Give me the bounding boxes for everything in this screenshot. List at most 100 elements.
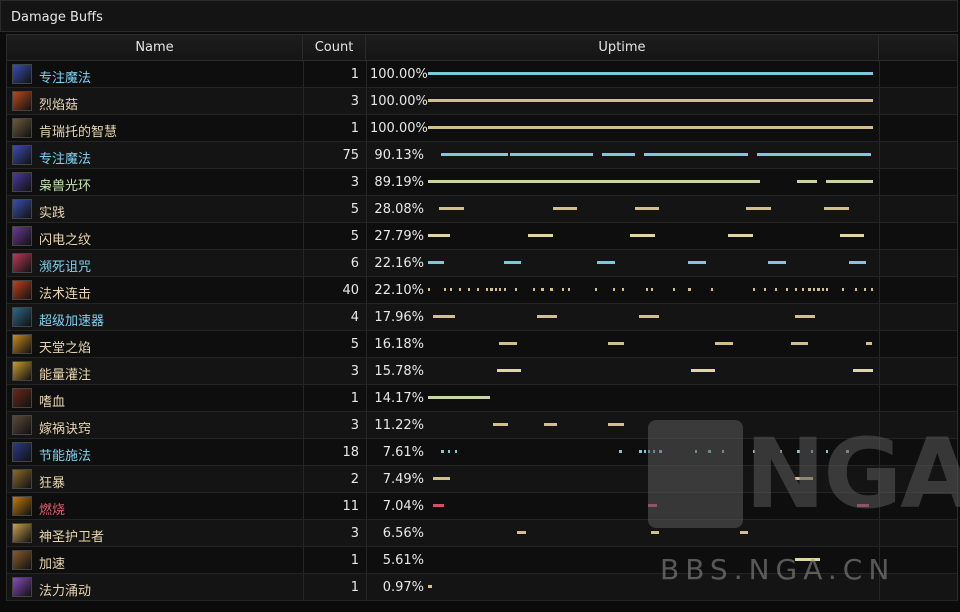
column-header-uptime[interactable]: Uptime [366,35,879,61]
table-row[interactable]: 烈焰菇 3 100.00% [7,88,957,115]
table-row[interactable]: 肯瑞托的智慧 1 100.00% [7,115,957,142]
uptime-segment [826,450,829,453]
kirin-tor-icon [12,118,32,138]
uptime-segment [441,153,509,156]
uptime-segment [428,99,873,102]
table-row[interactable]: 狂暴 2 7.49% [7,466,957,493]
table-row[interactable]: 实践 5 28.08% [7,196,957,223]
uptime-segment [433,477,451,480]
table-row[interactable]: 天堂之焰 5 16.18% [7,331,957,358]
buff-name[interactable]: 烈焰菇 [39,94,78,113]
column-divider [366,142,367,168]
uptime-segment [650,531,660,534]
table-row[interactable]: 燃烧 11 7.04% [7,493,957,520]
buff-count: 3 [350,94,359,109]
uptime-segment [739,531,749,534]
arcane-swirl-icon [12,64,32,84]
buff-name[interactable]: 法术连击 [39,283,91,302]
table-row[interactable]: 嗜血 1 14.17% [7,385,957,412]
dying-curse-icon [12,253,32,273]
uptime-percent: 7.04% [382,499,424,514]
table-row[interactable]: 超级加速器 4 17.96% [7,304,957,331]
uptime-percent: 89.19% [374,175,424,190]
buff-name[interactable]: 神圣护卫者 [39,526,104,545]
uptime-timeline [428,142,873,168]
buff-name[interactable]: 节能施法 [39,445,91,464]
column-divider [366,385,367,411]
buff-name[interactable]: 加速 [39,553,65,572]
uptime-segment [728,234,753,237]
column-divider [879,439,880,465]
buff-name[interactable]: 肯瑞托的智慧 [39,121,117,140]
uptime-segment [490,288,493,291]
uptime-segment [428,585,433,588]
column-header-spacer [879,35,957,61]
tricks-of-trade-icon [12,415,32,435]
uptime-segment [441,450,444,453]
table-row[interactable]: 法术连击 40 22.10% [7,277,957,304]
uptime-segment [810,450,813,453]
buff-name[interactable]: 嫁祸诀窍 [39,418,91,437]
uptime-segment [643,450,647,453]
table-row[interactable]: 专注魔法 75 90.13% [7,142,957,169]
column-divider [366,466,367,492]
uptime-percent: 27.79% [374,229,424,244]
uptime-segment [543,423,558,426]
table-row[interactable]: 能量灌注 3 15.78% [7,358,957,385]
buff-name[interactable]: 能量灌注 [39,364,91,383]
uptime-timeline [428,331,873,357]
uptime-segment [812,288,816,291]
uptime-segment [428,396,491,399]
uptime-segment [621,288,624,291]
table-row[interactable]: 枭兽光环 3 89.19% [7,169,957,196]
column-divider [366,358,367,384]
column-header-count[interactable]: Count [303,35,366,61]
buff-name[interactable]: 专注魔法 [39,148,91,167]
buff-name[interactable]: 天堂之焰 [39,337,91,356]
uptime-segment [672,288,675,291]
uptime-percent: 15.78% [374,364,424,379]
column-divider [366,493,367,519]
uptime-segment [639,450,642,453]
haste-icon [12,550,32,570]
divine-guardian-icon [12,523,32,543]
buff-name[interactable]: 实践 [39,202,65,221]
uptime-segment [428,288,431,291]
column-divider [366,277,367,303]
column-header-name[interactable]: Name [7,35,303,61]
table-row[interactable]: 濒死诅咒 6 22.16% [7,250,957,277]
column-divider [366,223,367,249]
uptime-segment [503,261,522,264]
uptime-timeline [428,223,873,249]
uptime-segment [561,288,564,291]
uptime-segment [450,288,453,291]
table-row[interactable]: 神圣护卫者 3 6.56% [7,520,957,547]
column-divider [366,169,367,195]
buff-name[interactable]: 狂暴 [39,472,65,491]
buff-name[interactable]: 法力涌动 [39,580,91,599]
table-row[interactable]: 嫁祸诀窍 3 11.22% [7,412,957,439]
buff-name[interactable]: 燃烧 [39,499,65,518]
column-divider [879,115,880,141]
buff-name[interactable]: 枭兽光环 [39,175,91,194]
uptime-segment [439,207,464,210]
uptime-segment [768,261,787,264]
uptime-segment [650,288,653,291]
uptime-segment [459,288,462,291]
table-row[interactable]: 专注魔法 1 100.00% [7,61,957,88]
buff-count: 5 [350,229,359,244]
table-row[interactable]: 节能施法 18 7.61% [7,439,957,466]
uptime-segment [710,288,713,291]
column-divider [879,358,880,384]
uptime-segment [639,315,660,318]
uptime-segment [826,180,873,183]
buff-name[interactable]: 濒死诅咒 [39,256,91,275]
buff-name[interactable]: 嗜血 [39,391,65,410]
bloodlust-icon [12,388,32,408]
buff-name[interactable]: 闪电之纹 [39,229,91,248]
table-row[interactable]: 闪电之纹 5 27.79% [7,223,957,250]
uptime-segment [476,288,480,291]
uptime-segment [870,288,873,291]
buff-name[interactable]: 专注魔法 [39,67,91,86]
buff-name[interactable]: 超级加速器 [39,310,104,329]
